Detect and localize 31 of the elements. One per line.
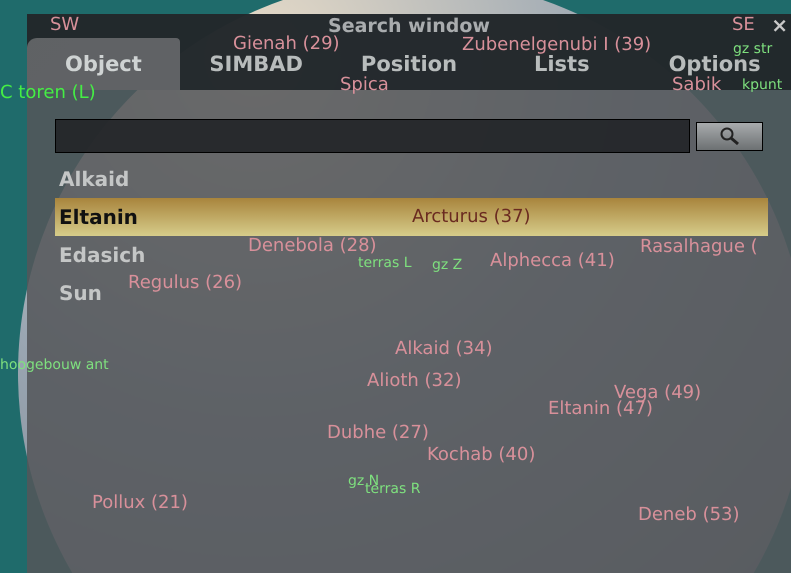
close-button[interactable]: ×: [771, 15, 788, 35]
search-icon: [718, 126, 740, 146]
search-field[interactable]: [55, 119, 690, 153]
sky-label: gz Z: [432, 258, 462, 272]
sky-label: kpunt: [742, 78, 782, 92]
search-button[interactable]: [696, 122, 763, 150]
sky-label: Pollux (21): [92, 494, 188, 512]
sky-label: SE: [732, 16, 755, 34]
window-title: Search window: [328, 16, 490, 36]
sky-label: Alkaid (34): [395, 340, 493, 358]
sky-label: Deneb (53): [638, 506, 740, 524]
sky-label: Kochab (40): [427, 446, 536, 464]
sky-label: Gienah (29): [233, 35, 340, 53]
sky-label: Denebola (28): [248, 237, 377, 255]
sky-label: Dubhe (27): [327, 424, 429, 442]
sky-label: Alphecca (41): [490, 252, 615, 270]
sky-label: SW: [50, 16, 80, 34]
sky-label: Zubenelgenubi I (39): [462, 36, 652, 54]
sky-label: Eltanin (47): [548, 400, 653, 418]
sky-label: Alioth (32): [367, 372, 462, 390]
result-item[interactable]: Sun: [55, 274, 106, 312]
sky-label: gz str: [733, 42, 772, 56]
sky-label: Vega (49): [614, 384, 702, 402]
sky-label: Spica: [340, 76, 389, 94]
sky-label: terras L: [358, 256, 412, 270]
sky-label: Rasalhague (: [640, 238, 758, 256]
tab[interactable]: Position: [360, 52, 458, 76]
sky-label: Regulus (26): [128, 274, 242, 292]
sky-label: Sabik: [672, 76, 722, 94]
tab[interactable]: SIMBAD: [209, 52, 303, 76]
sky-label: Arcturus (37): [412, 208, 531, 226]
